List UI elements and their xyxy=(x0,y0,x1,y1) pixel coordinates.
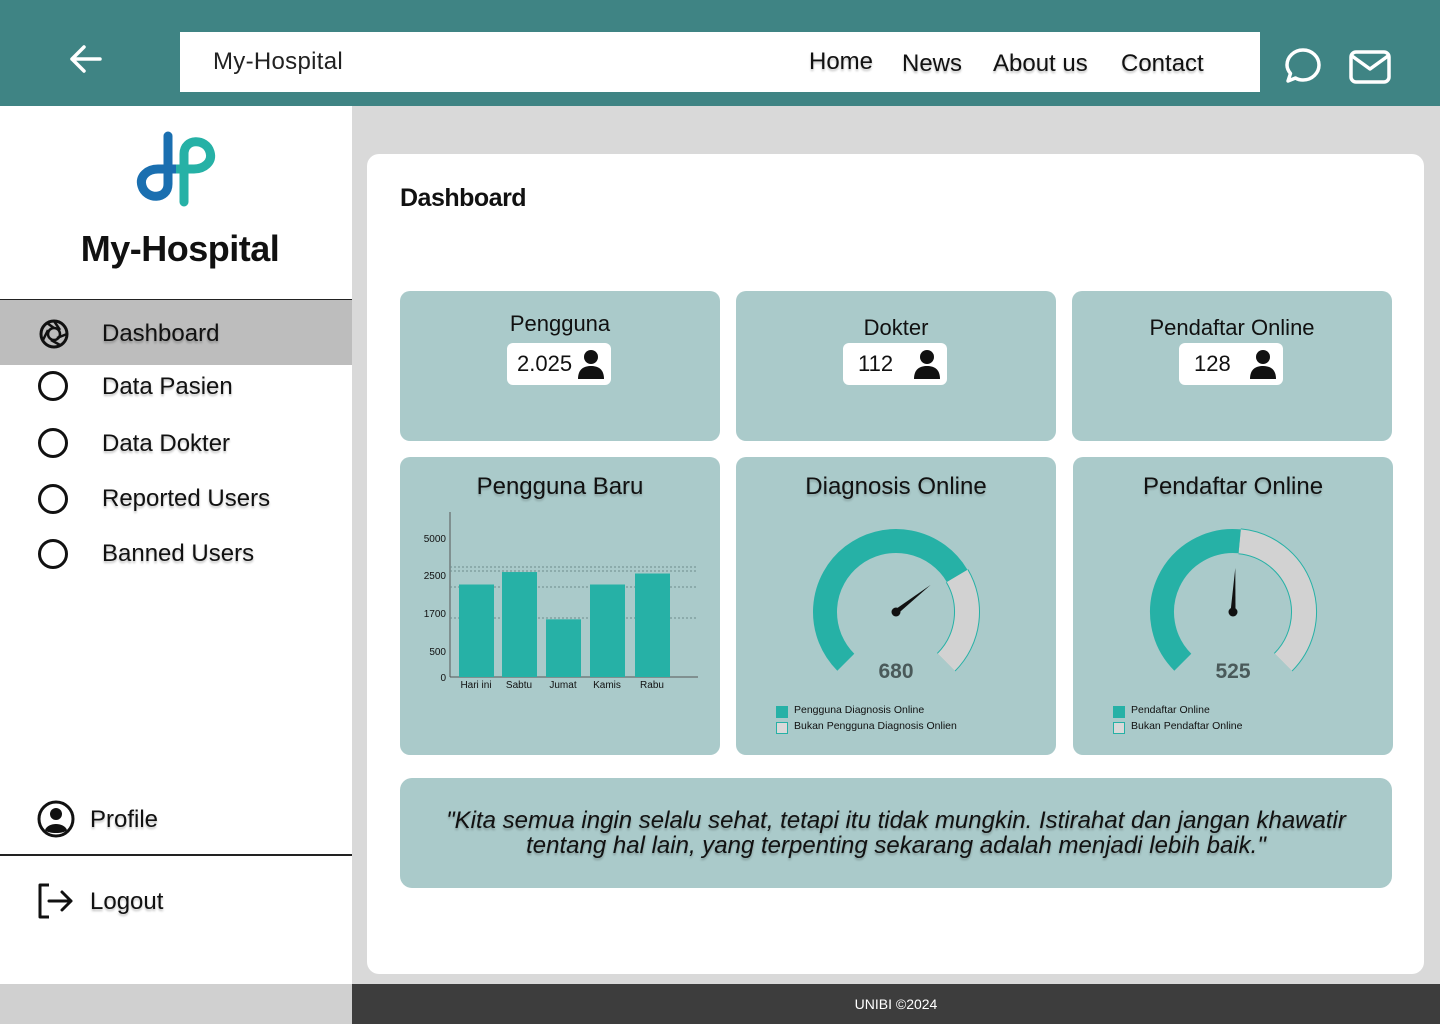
chart-card-pengguna-baru: Pengguna Baru 0 500 1700 2500 5000 Hari ini Sa… xyxy=(400,457,720,755)
sidebar-item-label: Dashboard xyxy=(102,320,220,347)
nav-home[interactable]: Home xyxy=(809,48,873,76)
x-tick-label: Jumat xyxy=(549,680,576,691)
legend-label: Pendaftar Online xyxy=(1131,704,1210,716)
sidebar-item-label: Reported Users xyxy=(102,485,271,512)
y-tick-label: 2500 xyxy=(424,571,447,582)
gauge-hub xyxy=(891,607,901,617)
sidebar-brand: My-Hospital xyxy=(80,228,280,269)
main-content: Dashboard Pengguna 2.025 Dokter 112 Pend… xyxy=(367,154,1424,974)
divider xyxy=(0,854,352,856)
gauge-filled xyxy=(1150,529,1241,671)
page-title: Dashboard xyxy=(400,184,527,212)
gauge-remaining xyxy=(1238,529,1316,671)
sidebar-item-dashboard[interactable]: Dashboard xyxy=(0,300,352,365)
chart-legend: Pengguna Diagnosis Online Bukan Pengguna… xyxy=(776,704,957,736)
stat-label: Pengguna xyxy=(509,311,611,336)
y-tick-label: 500 xyxy=(429,647,446,658)
person-icon xyxy=(578,350,604,379)
quote-card: "Kita semua ingin selalu sehat, tetapi i… xyxy=(400,778,1392,888)
sidebar: My-Hospital Dashboard Data Pasien Data D… xyxy=(0,106,352,984)
y-tick-label: 5000 xyxy=(424,534,447,545)
legend-swatch xyxy=(776,706,788,718)
gauge-needle xyxy=(894,584,931,614)
legend-label: Bukan Pengguna Diagnosis Onlien xyxy=(794,720,957,732)
stat-pill: 112 xyxy=(843,343,947,385)
person-icon xyxy=(914,350,940,379)
quote-text: "Kita semua ingin selalu sehat, tetapi i… xyxy=(446,807,1346,859)
bar xyxy=(635,573,670,677)
navbar: My-Hospital Home News About us Contact xyxy=(180,32,1260,92)
stat-pill: 2.025 xyxy=(507,343,611,385)
logout-button[interactable]: Logout xyxy=(0,876,352,928)
sidebar-item-label: Data Pasien xyxy=(102,373,233,400)
sidebar-item-data-pasien[interactable]: Data Pasien xyxy=(0,365,352,417)
user-circle-icon xyxy=(36,799,76,844)
hospital-logo xyxy=(132,126,220,212)
nav-news[interactable]: News xyxy=(902,50,962,78)
legend-label: Bukan Pendaftar Online xyxy=(1131,720,1243,732)
legend-swatch xyxy=(776,722,788,734)
logout-icon xyxy=(35,881,75,926)
stat-pill: 128 xyxy=(1179,343,1283,385)
y-tick-label: 0 xyxy=(440,673,446,684)
x-tick-label: Kamis xyxy=(593,680,621,691)
legend-item: Bukan Pendaftar Online xyxy=(1113,720,1243,736)
gauge-filled xyxy=(813,529,968,671)
legend-swatch xyxy=(1113,722,1125,734)
header-brand: My-Hospital xyxy=(213,48,343,75)
x-tick-label: Sabtu xyxy=(506,680,532,691)
legend-swatch xyxy=(1113,706,1125,718)
person-icon xyxy=(1250,350,1276,379)
sidebar-item-label: Data Dokter xyxy=(102,430,231,457)
stat-label: Pendaftar Online xyxy=(1149,315,1315,340)
x-tick-label: Hari ini xyxy=(460,680,491,691)
footer: UNIBI ©2024 xyxy=(352,984,1440,1024)
stat-card-pendaftar-online: Pendaftar Online 128 xyxy=(1072,291,1392,441)
circle-icon xyxy=(38,484,68,514)
footer-left xyxy=(0,984,352,1024)
gauge-value: 680 xyxy=(878,660,913,683)
gauge-needle xyxy=(1230,568,1236,613)
top-bar: My-Hospital Home News About us Contact xyxy=(0,0,1440,106)
stat-card-pengguna: Pengguna 2.025 xyxy=(400,291,720,441)
stat-value: 128 xyxy=(1194,351,1231,376)
chat-icon[interactable] xyxy=(1283,46,1323,91)
profile-label: Profile xyxy=(90,806,159,833)
gauge-hub xyxy=(1228,607,1238,617)
legend-item: Pendaftar Online xyxy=(1113,704,1243,720)
logout-label: Logout xyxy=(90,888,164,915)
chart-card-pendaftar-online: Pendaftar Online 525 Pendaftar Online Bu… xyxy=(1073,457,1393,755)
circle-icon xyxy=(38,428,68,458)
arrow-left-icon[interactable] xyxy=(62,38,112,80)
sidebar-item-banned-users[interactable]: Banned Users xyxy=(0,532,352,584)
circle-icon xyxy=(38,371,68,401)
stat-value: 112 xyxy=(858,351,894,376)
circle-icon xyxy=(38,539,68,569)
y-tick-label: 1700 xyxy=(424,609,447,620)
bar-chart: 0 500 1700 2500 5000 Hari ini Sabtu Jumat Kamis R… xyxy=(424,512,698,691)
mail-icon[interactable] xyxy=(1348,46,1394,91)
stat-card-dokter: Dokter 112 xyxy=(736,291,1056,441)
bar xyxy=(459,584,494,677)
chart-legend: Pendaftar Online Bukan Pendaftar Online xyxy=(1113,704,1243,736)
profile-button[interactable]: Profile xyxy=(0,794,352,846)
legend-item: Bukan Pengguna Diagnosis Onlien xyxy=(776,720,957,736)
sidebar-item-data-dokter[interactable]: Data Dokter xyxy=(0,422,352,474)
legend-label: Pengguna Diagnosis Online xyxy=(794,704,925,716)
bar xyxy=(502,572,537,677)
x-tick-label: Rabu xyxy=(640,680,664,691)
bar xyxy=(590,584,625,677)
sidebar-item-reported-users[interactable]: Reported Users xyxy=(0,477,352,529)
nav-about-us[interactable]: About us xyxy=(993,50,1088,78)
nav-contact[interactable]: Contact xyxy=(1121,50,1204,78)
bar xyxy=(546,619,581,677)
sidebar-item-label: Banned Users xyxy=(102,540,255,567)
stat-value: 2.025 xyxy=(517,351,573,376)
gauge-value: 525 xyxy=(1215,660,1250,683)
chart-card-diagnosis-online: Diagnosis Online 680 Pengguna Diagnosis … xyxy=(736,457,1056,755)
aperture-icon xyxy=(38,318,70,355)
stat-label: Dokter xyxy=(863,315,929,340)
legend-item: Pengguna Diagnosis Online xyxy=(776,704,957,720)
